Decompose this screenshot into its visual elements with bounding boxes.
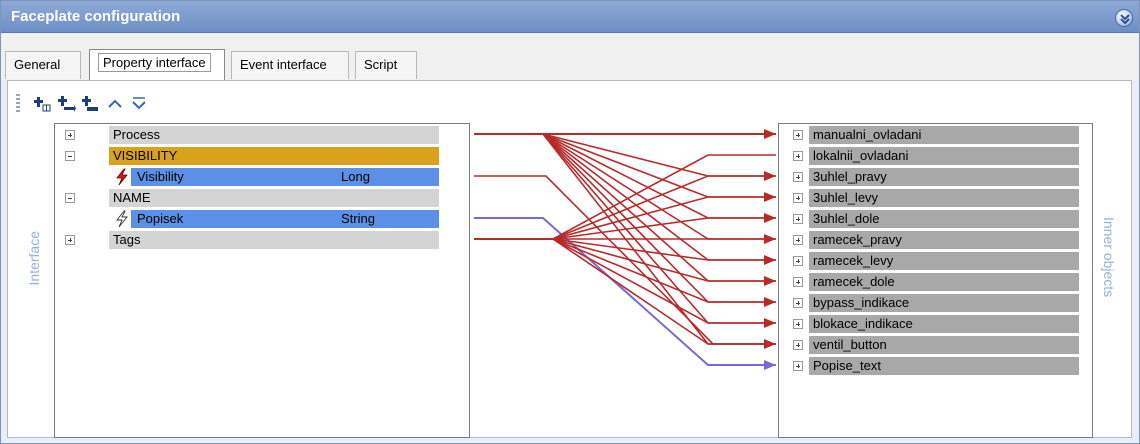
arrow-head	[764, 339, 776, 349]
property-interface-pane: Interface Inner objects Process VISIBILI…	[7, 80, 1132, 438]
arrow-head	[764, 360, 776, 370]
tab-label: Event interface	[240, 57, 327, 72]
arrow-head	[764, 255, 776, 265]
window-title: Faceplate configuration	[11, 8, 181, 25]
tab-event-interface[interactable]: Event interface	[231, 51, 349, 79]
title-bar: Faceplate configuration	[1, 1, 1139, 33]
arrow-head	[764, 129, 776, 139]
arrow-head	[764, 171, 776, 181]
arrow-head	[764, 318, 776, 328]
link-wires	[474, 129, 776, 370]
tab-label: General	[14, 57, 61, 72]
link-wire	[474, 217, 776, 366]
tab-general[interactable]: General	[5, 51, 81, 79]
arrow-head	[764, 192, 776, 202]
tab-script[interactable]: Script	[355, 51, 417, 79]
arrow-head	[764, 297, 776, 307]
tab-label: Property interface	[98, 53, 211, 72]
arrow-head	[764, 234, 776, 244]
chevron-double-down-icon	[1120, 14, 1130, 25]
collapse-button[interactable]	[1115, 9, 1133, 27]
faceplate-config-window: Faceplate configuration General Property…	[0, 0, 1140, 444]
tab-property-interface[interactable]: Property interface	[89, 49, 225, 80]
arrow-head	[764, 276, 776, 286]
tab-bar: General Property interface Event interfa…	[1, 33, 1139, 80]
arrow-head	[764, 213, 776, 223]
tab-label: Script	[364, 57, 398, 72]
